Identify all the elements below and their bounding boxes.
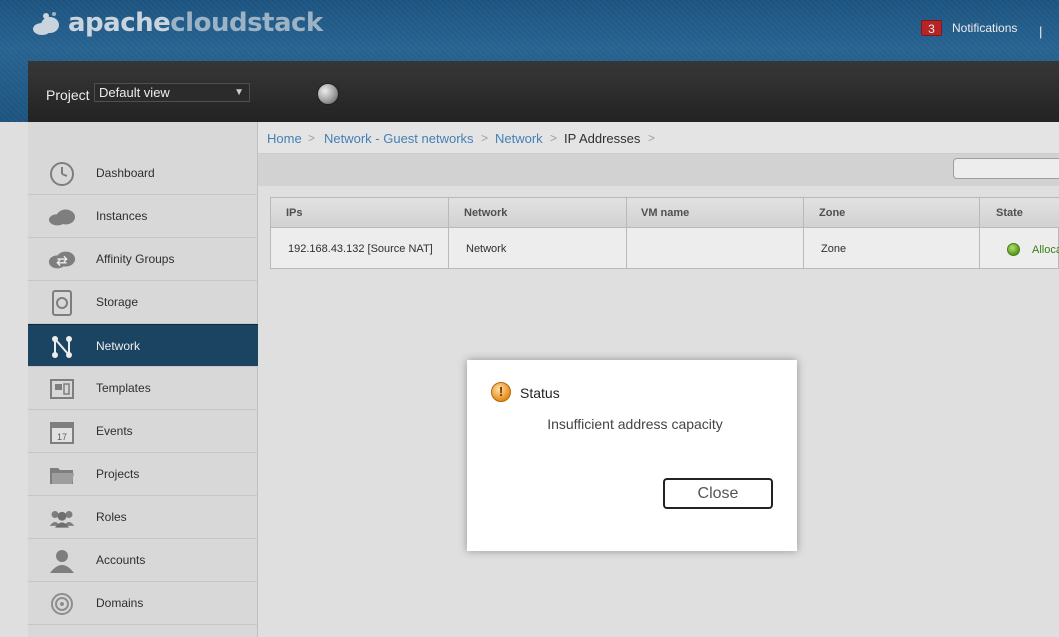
status-dialog: ! Status Insufficient address capacity C… bbox=[467, 360, 797, 551]
dialog-message: Insufficient address capacity bbox=[547, 416, 723, 432]
close-button[interactable]: Close bbox=[663, 478, 773, 509]
dialog-title: Status bbox=[520, 385, 560, 401]
warning-icon: ! bbox=[491, 382, 511, 402]
